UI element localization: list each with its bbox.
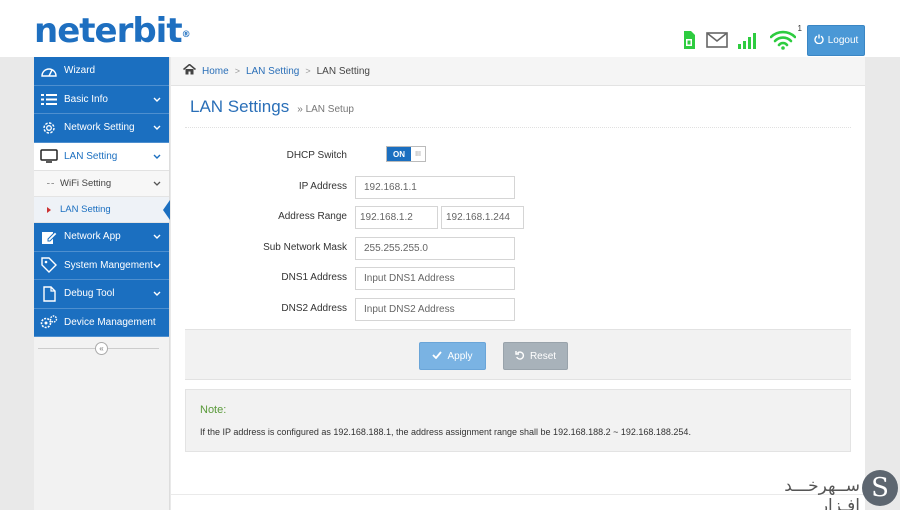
sidebar-item-label: LAN Setting [64, 150, 118, 162]
sidebar-item-device-management[interactable]: Device Management [34, 308, 169, 337]
undo-icon [515, 350, 525, 363]
wifi-icon: 1 [769, 24, 802, 55]
sidebar-item-debug-tool[interactable]: Debug Tool [34, 280, 169, 309]
breadcrumb: Home > LAN Setting > LAN Setting [171, 57, 865, 86]
note-body: If the IP address is configured as 192.1… [200, 427, 691, 437]
tree-connector [47, 183, 54, 184]
sidebar-item-label: Network Setting [64, 122, 135, 134]
brand-logo: neterbit® [34, 11, 191, 51]
chevron-down-icon [153, 123, 161, 134]
page-header: LAN Settings » LAN Setup [190, 97, 354, 117]
reset-button[interactable]: Reset [503, 342, 568, 370]
sidebar-item-label: Basic Info [64, 93, 108, 105]
watermark-mark-icon: S [862, 470, 898, 506]
note-panel: Note: If the IP address is configured as… [185, 389, 851, 452]
ip-address-label: IP Address [298, 181, 347, 192]
list-icon [40, 91, 58, 107]
sidebar-collapse-row: « [34, 337, 169, 359]
sidebar-collapse-button[interactable]: « [95, 341, 108, 355]
top-header: neterbit® 1 Logout [0, 0, 900, 57]
monitor-icon [40, 148, 58, 164]
edit-icon [40, 229, 58, 245]
active-pointer [163, 200, 170, 220]
sidebar-item-system-management[interactable]: System Mangement [34, 251, 169, 280]
toggle-on-label: ON [387, 147, 411, 161]
logout-label: Logout [827, 35, 859, 46]
main-content: Home > LAN Setting > LAN Setting LAN Set… [171, 57, 865, 510]
sidebar-item-network-app[interactable]: Network App [34, 223, 169, 252]
chevron-down-icon [153, 152, 161, 163]
note-heading: Note: [200, 404, 227, 416]
address-range-label: Address Range [278, 211, 347, 222]
form-actions-bar: Apply Reset [185, 329, 851, 380]
chevron-down-icon [153, 179, 161, 190]
active-marker-icon [47, 207, 51, 213]
sidebar-item-lan-setting[interactable]: LAN Setting [34, 142, 169, 171]
dns1-address-label: DNS1 Address [281, 272, 347, 283]
apply-button[interactable]: Apply [419, 342, 486, 370]
chevron-down-icon [153, 95, 161, 106]
breadcrumb-separator-icon: > [305, 66, 311, 76]
sidebar-item-basic-info[interactable]: Basic Info [34, 85, 169, 114]
sidebar: Wizard Basic Info Network Setting LAN Se… [34, 57, 170, 510]
sidebar-subitem-lan-setting[interactable]: LAN Setting [34, 197, 170, 223]
gears-icon [40, 314, 58, 330]
address-range-end-input[interactable]: 192.168.1.244 [441, 206, 524, 229]
page-subtitle: » LAN Setup [297, 104, 354, 115]
reset-label: Reset [529, 350, 557, 362]
breadcrumb-current: LAN Setting [316, 65, 370, 77]
power-icon [814, 34, 824, 47]
subnet-mask-input[interactable]: 255.255.255.0 [355, 237, 515, 260]
apply-label: Apply [447, 350, 473, 362]
tag-icon [40, 257, 58, 274]
breadcrumb-lan-setting[interactable]: LAN Setting [246, 66, 299, 77]
logout-button[interactable]: Logout [807, 25, 865, 56]
address-range-start-input[interactable]: 192.168.1.2 [355, 206, 438, 229]
check-icon [432, 350, 443, 362]
sim-icon [682, 30, 696, 55]
ip-address-input[interactable]: 192.168.1.1 [355, 176, 515, 199]
dns2-address-label: DNS2 Address [281, 303, 347, 314]
breadcrumb-home[interactable]: Home [202, 66, 229, 77]
chevron-down-icon [153, 289, 161, 300]
status-icons: 1 [682, 24, 802, 55]
toggle-knob: III [415, 150, 421, 158]
chevron-down-icon [153, 232, 161, 243]
watermark-logo: ســهرخـــد افـزار S [742, 470, 900, 510]
sidebar-subitem-label: WiFi Setting [60, 178, 112, 189]
page-title: LAN Settings [190, 97, 290, 116]
wifi-count: 1 [797, 23, 802, 33]
sidebar-item-label: Wizard [64, 65, 96, 77]
dns1-address-input[interactable]: Input DNS1 Address [355, 267, 515, 290]
sidebar-item-label: Device Management [64, 316, 156, 328]
sidebar-item-label: Network App [64, 231, 121, 243]
chevron-down-icon [153, 261, 161, 272]
mail-icon [706, 31, 728, 53]
home-icon [183, 63, 196, 78]
breadcrumb-separator-icon: > [234, 66, 240, 76]
sidebar-item-label: Debug Tool [64, 288, 115, 300]
watermark-text: ســهرخـــد افـزار [784, 476, 860, 510]
dns2-address-input[interactable]: Input DNS2 Address [355, 298, 515, 321]
sidebar-item-wizard[interactable]: Wizard [34, 57, 169, 86]
sidebar-item-network-setting[interactable]: Network Setting [34, 114, 169, 143]
dhcp-switch-label: DHCP Switch [286, 150, 347, 161]
title-divider [185, 127, 851, 128]
file-icon [40, 286, 58, 302]
sidebar-item-label: System Mangement [64, 259, 153, 271]
dashboard-icon [40, 63, 58, 79]
signal-icon [738, 31, 760, 54]
dhcp-switch-toggle[interactable]: ON III [386, 146, 426, 162]
sidebar-subitem-wifi-setting[interactable]: WiFi Setting [34, 171, 169, 197]
network-gear-icon [40, 120, 58, 136]
subnet-mask-label: Sub Network Mask [263, 242, 347, 253]
sidebar-subitem-label: LAN Setting [60, 204, 111, 215]
